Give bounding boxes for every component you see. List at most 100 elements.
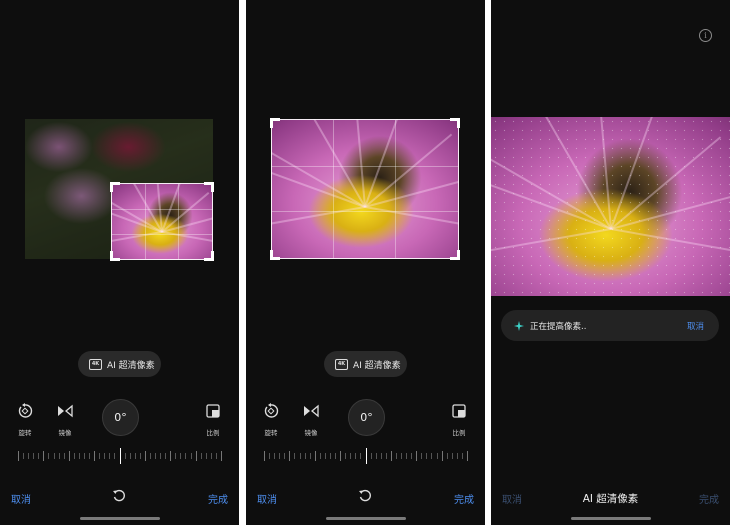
crop-frame[interactable] (110, 182, 214, 261)
ruler-tick (294, 453, 295, 459)
ruler-tick (340, 451, 341, 461)
mirror-icon (54, 402, 76, 420)
ruler-tick (48, 453, 49, 459)
done-button[interactable]: 完成 (454, 491, 474, 506)
enhance-cancel-button[interactable]: 取消 (687, 320, 704, 332)
home-indicator (80, 517, 160, 520)
ruler-tick (462, 453, 463, 459)
enhance-scan-overlay (491, 117, 730, 296)
rotation-dial[interactable]: 0° (348, 399, 385, 436)
ruler-tick (196, 451, 197, 461)
info-icon[interactable]: i (699, 29, 712, 42)
crop-editor-panel-2: 4K AI 超清像素 旋转 镜像 0° 比例 取消 完成 (246, 0, 485, 525)
mirror-button[interactable]: 镜像 (300, 402, 322, 437)
enhancing-photo (491, 117, 730, 296)
ruler-center-marker (366, 448, 367, 464)
ruler-tick (18, 451, 19, 461)
ratio-icon (448, 402, 470, 420)
home-indicator (326, 517, 406, 520)
ai-super-resolution-button[interactable]: 4K AI 超清像素 (78, 351, 161, 377)
crop-handle-top-right[interactable] (450, 118, 460, 128)
ruler-tick (69, 451, 70, 461)
crop-handle-bottom-right[interactable] (450, 250, 460, 260)
ruler-tick (145, 451, 146, 461)
ruler-tick (170, 451, 171, 461)
ratio-label: 比例 (206, 429, 220, 437)
ruler-tick (191, 453, 192, 459)
ruler-tick (467, 451, 468, 461)
ratio-label: 比例 (452, 429, 466, 437)
page-title: AI 超清像素 (582, 493, 639, 505)
rotate-button[interactable]: 旋转 (260, 402, 282, 437)
crop-handle-bottom-left[interactable] (110, 251, 120, 261)
ai-enhance-panel: i 正在提高像素.. 取消 取消 AI 超清像素 完成 (491, 0, 730, 525)
ruler-tick (43, 451, 44, 461)
ruler-tick (355, 453, 356, 459)
enhance-status-bar: 正在提高像素.. 取消 (501, 310, 719, 341)
rotation-dial[interactable]: 0° (102, 399, 139, 436)
ruler-tick (411, 453, 412, 459)
ruler-tick (150, 453, 151, 459)
ruler-tick (33, 453, 34, 459)
ruler-tick (38, 453, 39, 459)
ruler-tick (300, 453, 301, 459)
ruler-tick (89, 453, 90, 459)
ruler-tick (289, 451, 290, 461)
ruler-tick (64, 453, 65, 459)
enhance-status-text: 正在提高像素.. (530, 321, 587, 332)
ruler-tick (437, 453, 438, 459)
ruler-tick (221, 451, 222, 461)
rotate-button[interactable]: 旋转 (14, 402, 36, 437)
ruler-tick (381, 453, 382, 459)
crop-handle-top-left[interactable] (270, 118, 280, 128)
ruler-tick (74, 453, 75, 459)
ruler-tick (421, 453, 422, 459)
cancel-button[interactable]: 取消 (257, 491, 277, 506)
ruler-tick (54, 453, 55, 459)
ruler-tick (330, 453, 331, 459)
crop-handle-bottom-left[interactable] (270, 250, 280, 260)
ai-super-resolution-button[interactable]: 4K AI 超清像素 (324, 351, 407, 377)
cancel-button[interactable]: 取消 (11, 491, 31, 506)
ruler-tick (416, 451, 417, 461)
ai-pill-label: AI 超清像素 (107, 360, 155, 371)
ruler-tick (59, 453, 60, 459)
reset-icon[interactable] (358, 489, 372, 503)
ruler-tick (401, 453, 402, 459)
ruler-tick (206, 453, 207, 459)
ruler-tick (140, 453, 141, 459)
ruler-tick (130, 453, 131, 459)
mirror-button[interactable]: 镜像 (54, 402, 76, 437)
done-button[interactable]: 完成 (699, 491, 719, 506)
ratio-icon (202, 402, 224, 420)
ruler-tick (284, 453, 285, 459)
ruler-tick (114, 453, 115, 459)
ratio-button[interactable]: 比例 (202, 402, 224, 437)
rotate-label: 旋转 (264, 429, 278, 437)
rotate-icon (260, 402, 282, 420)
done-button[interactable]: 完成 (208, 491, 228, 506)
ruler-tick (345, 453, 346, 459)
crop-frame[interactable] (270, 118, 460, 260)
mirror-label: 镜像 (58, 429, 72, 437)
angle-ruler[interactable] (264, 448, 468, 464)
ruler-tick (264, 451, 265, 461)
angle-ruler[interactable] (18, 448, 222, 464)
reset-icon[interactable] (112, 489, 126, 503)
ruler-tick (431, 453, 432, 459)
crop-handle-top-left[interactable] (110, 182, 120, 192)
ruler-tick (23, 453, 24, 459)
ruler-tick (320, 453, 321, 459)
ruler-tick (109, 453, 110, 459)
ruler-center-marker (120, 448, 121, 464)
ruler-tick (391, 451, 392, 461)
ruler-tick (406, 453, 407, 459)
rotate-icon (14, 402, 36, 420)
ratio-button[interactable]: 比例 (448, 402, 470, 437)
crop-handle-bottom-right[interactable] (204, 251, 214, 261)
ruler-tick (310, 453, 311, 459)
ruler-tick (396, 453, 397, 459)
crop-handle-top-right[interactable] (204, 182, 214, 192)
ai-pill-label: AI 超清像素 (353, 360, 401, 371)
ruler-tick (279, 453, 280, 459)
